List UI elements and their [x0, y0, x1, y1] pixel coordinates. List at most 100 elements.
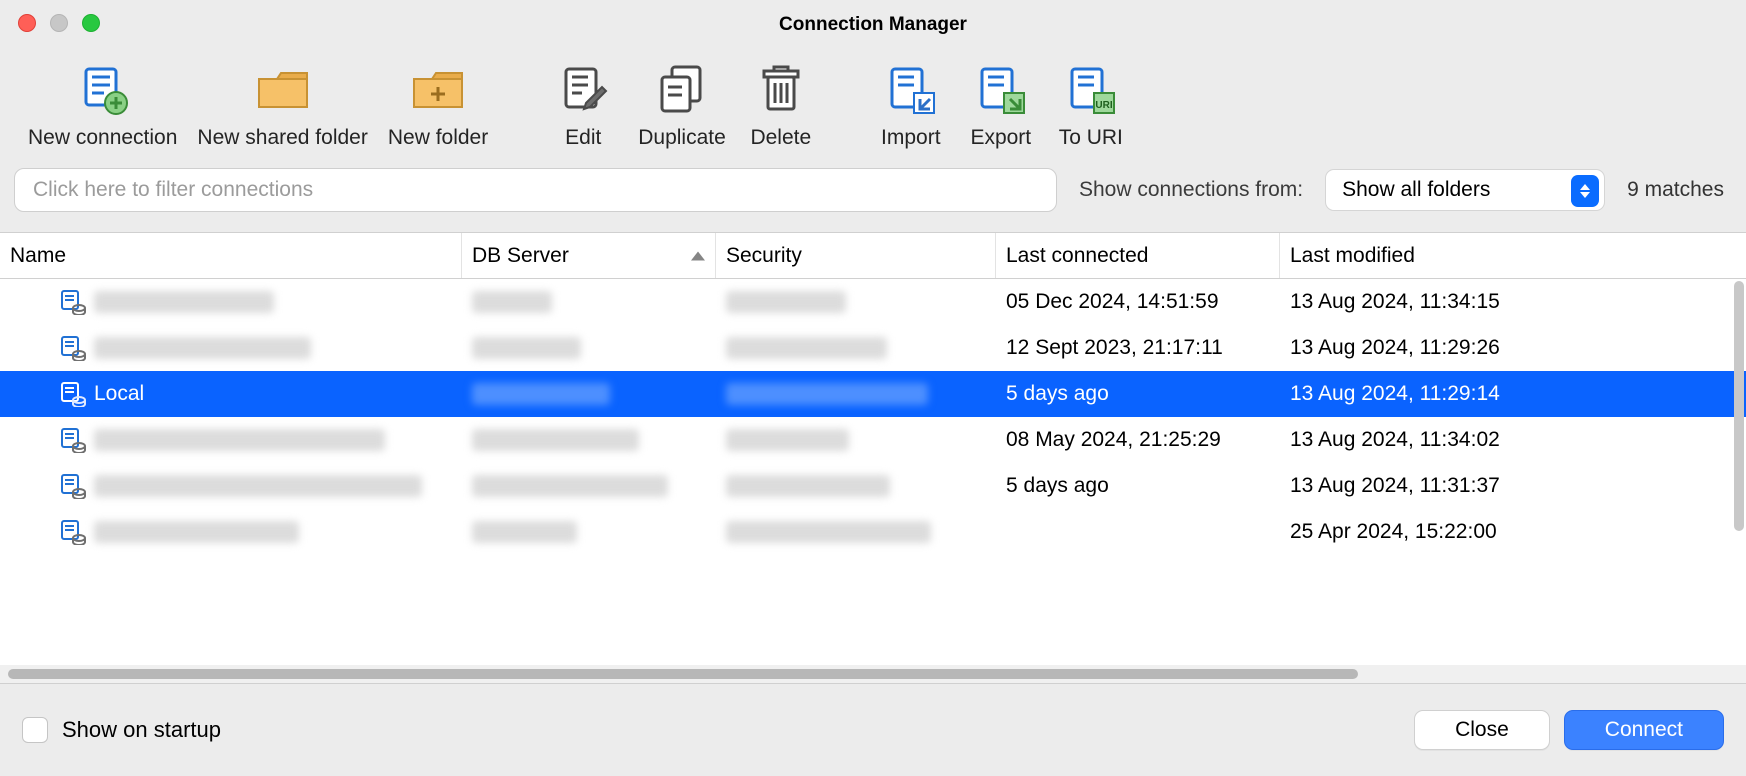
redacted-text: [472, 521, 577, 543]
cell-last-modified: 13 Aug 2024, 11:31:37: [1280, 463, 1746, 509]
zoom-window-button[interactable]: [82, 14, 100, 32]
import-icon: [883, 62, 939, 118]
cell-last-modified: 13 Aug 2024, 11:29:26: [1280, 325, 1746, 371]
close-window-button[interactable]: [18, 14, 36, 32]
cell-name: Local: [0, 371, 462, 417]
redacted-text: [726, 429, 849, 451]
window-title: Connection Manager: [779, 14, 967, 36]
redacted-text: [94, 521, 299, 543]
redacted-text: [472, 291, 552, 313]
show-from-label: Show connections from:: [1079, 178, 1303, 202]
new-folder-button[interactable]: New folder: [378, 62, 498, 158]
sort-ascending-icon: [691, 251, 705, 260]
vertical-scrollbar[interactable]: [1734, 281, 1744, 531]
cell-name: [0, 417, 462, 463]
toolbar-label: Duplicate: [638, 126, 726, 150]
folder-select-value: Show all folders: [1342, 178, 1490, 202]
toolbar-label: Export: [970, 126, 1031, 150]
redacted-text: [94, 291, 274, 313]
redacted-text: [94, 475, 422, 497]
cell-security: [716, 325, 996, 371]
table-row[interactable]: 5 days ago13 Aug 2024, 11:31:37: [0, 463, 1746, 509]
new-connection-button[interactable]: New connection: [18, 62, 187, 158]
connection-icon: [60, 473, 86, 499]
cell-last-connected: 05 Dec 2024, 14:51:59: [996, 279, 1280, 325]
redacted-text: [94, 429, 385, 451]
show-on-startup-label: Show on startup: [62, 717, 221, 743]
connect-button[interactable]: Connect: [1564, 710, 1724, 750]
uri-icon: URI: [1063, 62, 1119, 118]
table-row[interactable]: 25 Apr 2024, 15:22:00: [0, 509, 1746, 555]
duplicate-button[interactable]: Duplicate: [628, 62, 736, 158]
toolbar: New connection New shared folder New: [0, 50, 1746, 162]
table-row[interactable]: 12 Sept 2023, 21:17:1113 Aug 2024, 11:29…: [0, 325, 1746, 371]
cell-name: [0, 325, 462, 371]
connection-icon: [60, 289, 86, 315]
table-row[interactable]: 08 May 2024, 21:25:2913 Aug 2024, 11:34:…: [0, 417, 1746, 463]
redacted-text: [472, 383, 610, 405]
cell-db: [462, 417, 716, 463]
horizontal-scrollbar-thumb[interactable]: [8, 669, 1358, 679]
toolbar-label: New connection: [28, 126, 177, 150]
edit-button[interactable]: Edit: [538, 62, 628, 158]
table-header: Name DB Server Security Last connected L…: [0, 233, 1746, 279]
column-last-modified[interactable]: Last modified: [1280, 233, 1746, 278]
cell-last-modified: 25 Apr 2024, 15:22:00: [1280, 509, 1746, 555]
redacted-text: [94, 337, 311, 359]
redacted-text: [726, 383, 928, 405]
minimize-window-button[interactable]: [50, 14, 68, 32]
svg-text:URI: URI: [1095, 100, 1112, 111]
toolbar-label: To URI: [1059, 126, 1123, 150]
import-button[interactable]: Import: [866, 62, 956, 158]
cell-last-connected: 5 days ago: [996, 371, 1280, 417]
connection-name: Local: [94, 382, 144, 406]
cell-last-modified: 13 Aug 2024, 11:34:15: [1280, 279, 1746, 325]
cell-db: [462, 509, 716, 555]
table-body: 05 Dec 2024, 14:51:5913 Aug 2024, 11:34:…: [0, 279, 1746, 665]
filter-bar: Show connections from: Show all folders …: [0, 162, 1746, 232]
cell-security: [716, 279, 996, 325]
redacted-text: [726, 337, 887, 359]
redacted-text: [726, 291, 846, 313]
horizontal-scrollbar-track: [0, 665, 1746, 683]
select-stepper-icon: [1571, 175, 1599, 207]
cell-name: [0, 463, 462, 509]
show-on-startup-checkbox[interactable]: [22, 717, 48, 743]
table-row[interactable]: Local 5 days ago13 Aug 2024, 11:29:14: [0, 371, 1746, 417]
cell-last-connected: [996, 509, 1280, 555]
column-last-connected[interactable]: Last connected: [996, 233, 1280, 278]
close-button[interactable]: Close: [1414, 710, 1550, 750]
to-uri-button[interactable]: URI To URI: [1046, 62, 1136, 158]
folder-select[interactable]: Show all folders: [1325, 169, 1605, 211]
cell-name: [0, 509, 462, 555]
folder-shared-icon: [255, 62, 311, 118]
table: Name DB Server Security Last connected L…: [0, 232, 1746, 684]
redacted-text: [472, 337, 581, 359]
cell-security: [716, 371, 996, 417]
duplicate-icon: [654, 62, 710, 118]
column-security[interactable]: Security: [716, 233, 996, 278]
new-shared-folder-button[interactable]: New shared folder: [187, 62, 377, 158]
matches-count: 9 matches: [1627, 178, 1732, 202]
file-plus-icon: [75, 62, 131, 118]
column-name[interactable]: Name: [0, 233, 462, 278]
delete-button[interactable]: Delete: [736, 62, 826, 158]
redacted-text: [726, 475, 890, 497]
redacted-text: [726, 521, 931, 543]
cell-last-connected: 12 Sept 2023, 21:17:11: [996, 325, 1280, 371]
footer: Show on startup Close Connect: [0, 684, 1746, 776]
cell-last-modified: 13 Aug 2024, 11:29:14: [1280, 371, 1746, 417]
cell-last-connected: 08 May 2024, 21:25:29: [996, 417, 1280, 463]
filter-input[interactable]: [14, 168, 1057, 212]
trash-icon: [753, 62, 809, 118]
connection-icon: [60, 519, 86, 545]
column-db-server[interactable]: DB Server: [462, 233, 716, 278]
cell-security: [716, 509, 996, 555]
table-row[interactable]: 05 Dec 2024, 14:51:5913 Aug 2024, 11:34:…: [0, 279, 1746, 325]
connection-icon: [60, 427, 86, 453]
cell-db: [462, 463, 716, 509]
cell-last-connected: 5 days ago: [996, 463, 1280, 509]
folder-plus-icon: [410, 62, 466, 118]
export-button[interactable]: Export: [956, 62, 1046, 158]
connection-icon: [60, 381, 86, 407]
